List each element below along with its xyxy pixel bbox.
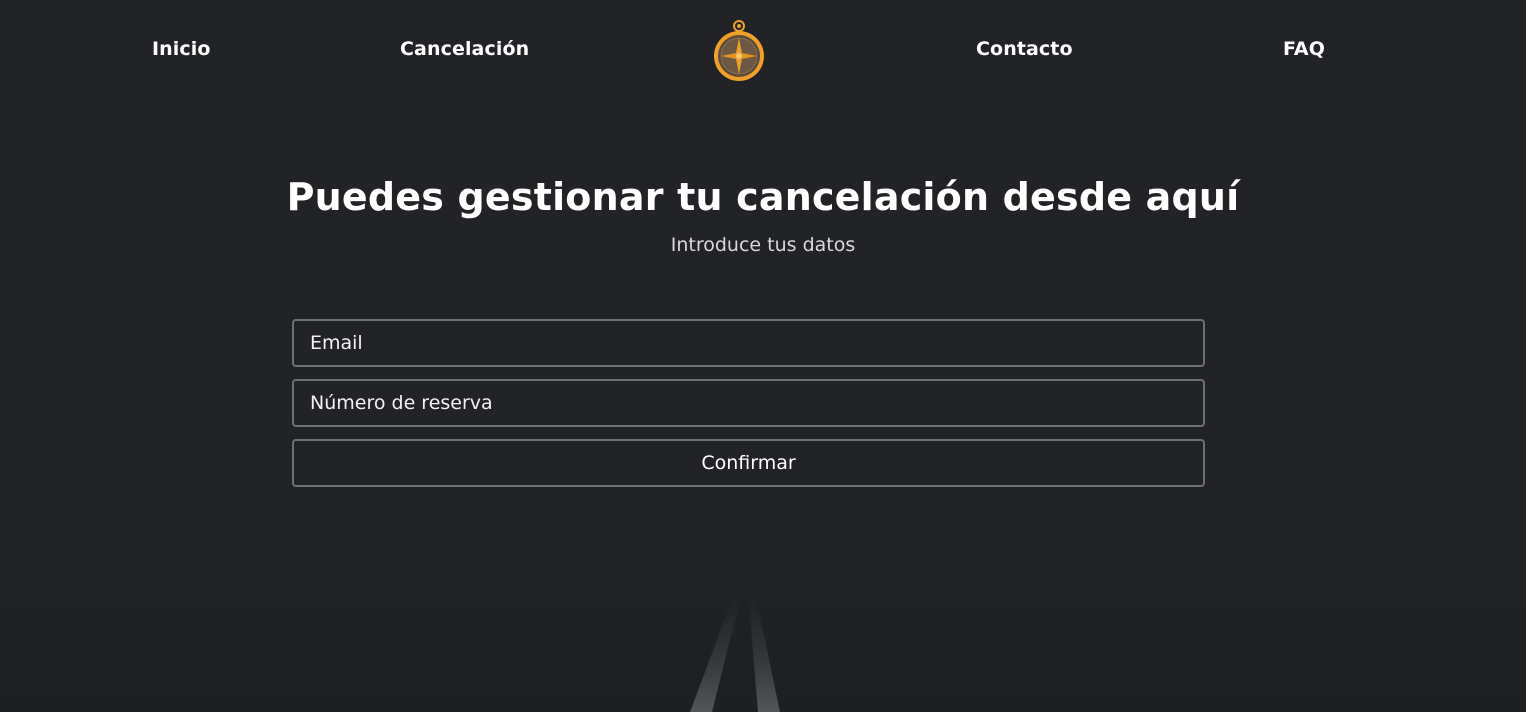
email-field[interactable] — [292, 319, 1205, 367]
nav-link-faq[interactable]: FAQ — [1283, 38, 1325, 60]
top-navigation: Inicio Cancelación Contacto FAQ — [0, 0, 1526, 100]
page-subtitle: Introduce tus datos — [670, 234, 856, 256]
reservation-number-field[interactable] — [292, 379, 1205, 427]
nav-link-cancelacion[interactable]: Cancelación — [400, 38, 529, 60]
page-title: Puedes gestionar tu cancelación desde aq… — [286, 175, 1240, 219]
cancellation-form: Confirmar — [292, 319, 1205, 487]
background-road-image — [0, 532, 1526, 712]
hero-section: Puedes gestionar tu cancelación desde aq… — [0, 170, 1526, 258]
nav-link-inicio[interactable]: Inicio — [152, 38, 211, 60]
nav-link-contacto[interactable]: Contacto — [976, 38, 1073, 60]
page: Inicio Cancelación Contacto FAQ Puedes g… — [0, 0, 1526, 712]
compass-icon[interactable] — [710, 18, 768, 84]
confirm-button[interactable]: Confirmar — [292, 439, 1205, 487]
